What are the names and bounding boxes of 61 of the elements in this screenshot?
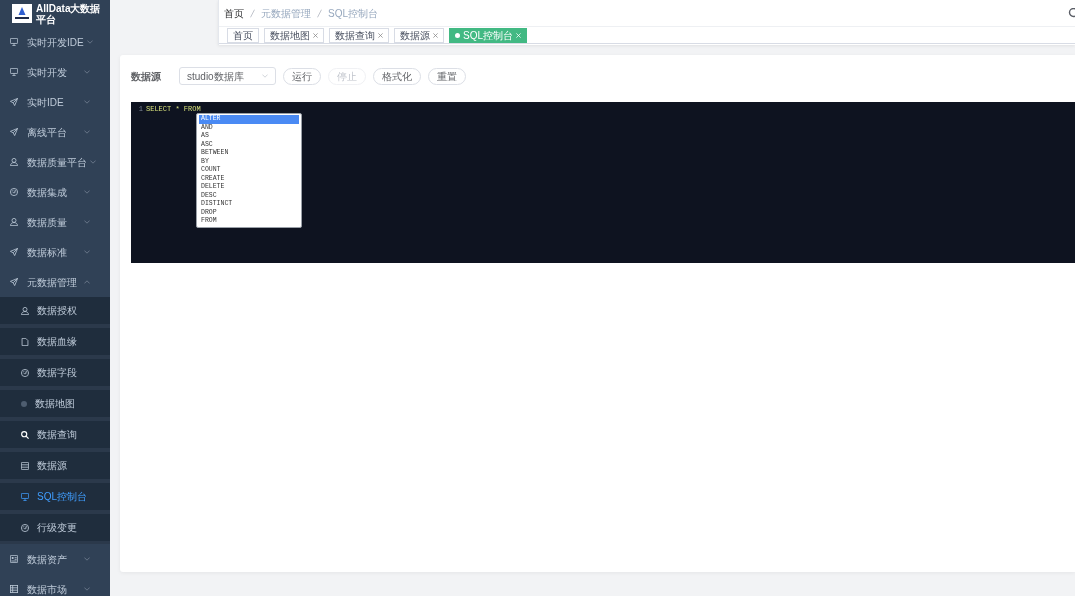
person-icon bbox=[21, 306, 29, 315]
sidebar-menu-item[interactable]: 数据标准 bbox=[0, 237, 110, 267]
paper-plane-icon bbox=[10, 248, 18, 256]
sidebar-menu-item[interactable]: 数据质量平台 bbox=[0, 147, 110, 177]
sidebar-menu-item[interactable]: 离线平台 bbox=[0, 117, 110, 147]
contact-card-icon bbox=[10, 555, 18, 563]
person-icon bbox=[10, 218, 18, 226]
logo-icon bbox=[12, 4, 32, 23]
submenu-item[interactable]: 数据授权 bbox=[0, 297, 110, 324]
sidebar-menu-item[interactable]: 数据资产 bbox=[0, 544, 110, 574]
monitor-icon bbox=[10, 68, 18, 76]
breadcrumb-text: 元数据管理 bbox=[261, 6, 311, 21]
sidebar-menu-item[interactable]: 实时IDE bbox=[0, 87, 110, 117]
monitor-icon bbox=[10, 38, 18, 46]
slash-icon bbox=[317, 8, 322, 18]
sidebar-menu-item[interactable]: 数据集成 bbox=[0, 177, 110, 207]
sidebar-menu-item[interactable]: 数据市场 bbox=[0, 574, 110, 596]
page-tab[interactable]: 首页 bbox=[227, 27, 259, 43]
sidebar-menu-item[interactable]: 实时开发 bbox=[0, 57, 110, 87]
dot-icon bbox=[455, 32, 460, 38]
page-tab[interactable]: 数据查询 bbox=[329, 27, 389, 43]
breadcrumb-link[interactable]: 首页 bbox=[224, 5, 244, 21]
person-icon bbox=[10, 158, 18, 166]
sidebar-menu-item[interactable]: 元数据管理 bbox=[0, 267, 110, 297]
paper-plane-icon bbox=[10, 128, 18, 136]
datasource-select[interactable]: studio数据库 bbox=[179, 67, 276, 85]
submenu-item[interactable]: 数据血缘 bbox=[0, 328, 110, 355]
search-icon[interactable] bbox=[1068, 7, 1075, 19]
submenu-item[interactable]: 数据地图 bbox=[0, 390, 110, 417]
dot-icon bbox=[21, 400, 27, 407]
chevron-down-icon bbox=[262, 74, 268, 78]
submenu-item[interactable]: 数据查询 bbox=[0, 421, 110, 448]
app-title: AllData大数据平台 bbox=[36, 2, 102, 25]
document-icon bbox=[21, 337, 29, 346]
close-icon bbox=[516, 32, 521, 38]
toolbar-button[interactable]: 重置 bbox=[428, 67, 466, 85]
submenu-item[interactable]: 数据源 bbox=[0, 452, 110, 479]
close-icon bbox=[433, 32, 438, 38]
gauge-icon bbox=[10, 188, 18, 196]
slash-icon bbox=[250, 8, 255, 18]
submenu-item[interactable]: SQL控制台 bbox=[0, 483, 110, 510]
close-icon bbox=[313, 32, 318, 38]
list-icon bbox=[21, 461, 29, 470]
sidebar-menu-item[interactable]: 数据质量 bbox=[0, 207, 110, 237]
datasource-label: 数据源 bbox=[131, 69, 161, 84]
table-icon bbox=[10, 585, 18, 593]
page-tab[interactable]: 数据源 bbox=[394, 27, 444, 43]
toolbar-button[interactable]: 运行 bbox=[283, 67, 321, 85]
paper-plane-icon bbox=[10, 98, 18, 106]
page-tab[interactable]: 数据地图 bbox=[264, 27, 324, 43]
gauge-icon bbox=[21, 523, 29, 532]
toolbar-button[interactable]: 格式化 bbox=[373, 67, 421, 85]
gauge-icon bbox=[21, 368, 29, 377]
sidebar-menu-item[interactable]: 实时开发IDE bbox=[0, 27, 110, 57]
search-icon bbox=[21, 430, 29, 439]
submenu-item[interactable]: 数据字段 bbox=[0, 359, 110, 386]
submenu-item[interactable]: 行级变更 bbox=[0, 514, 110, 541]
paper-plane-icon bbox=[10, 278, 18, 286]
close-icon bbox=[378, 32, 383, 38]
monitor-icon bbox=[21, 492, 29, 501]
breadcrumb-text: SQL控制台 bbox=[328, 6, 378, 21]
